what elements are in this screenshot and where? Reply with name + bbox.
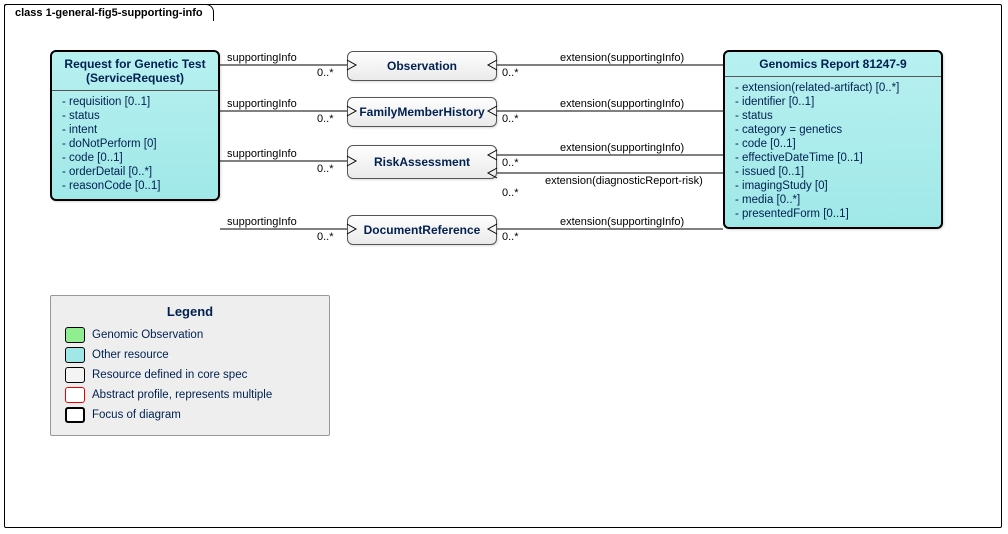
class-title: Genomics Report 81247-9 [725, 52, 941, 76]
edge-label: extension(diagnosticReport-risk) [545, 175, 703, 187]
attr-item: code [0..1] [60, 151, 210, 165]
edge-label: supportingInfo [227, 216, 297, 228]
legend-label: Focus of diagram [92, 409, 181, 421]
edge-mult: 0..* [317, 67, 334, 79]
attr-item: identifier [0..1] [733, 95, 933, 109]
edge-label: supportingInfo [227, 98, 297, 110]
edge-mult: 0..* [317, 231, 334, 243]
attr-item: media [0..*] [733, 193, 933, 207]
attr-item: category = genetics [733, 123, 933, 137]
frame-title: class 1-general-fig5-supporting-info [4, 4, 214, 21]
title-line1: Request for Genetic Test [64, 57, 205, 71]
class-title: Request for Genetic Test (ServiceRequest… [52, 52, 218, 90]
class-family-member-history: FamilyMemberHistory [347, 97, 497, 127]
edge-mult: 0..* [502, 231, 519, 243]
title-line2: (ServiceRequest) [86, 71, 184, 85]
legend-label: Resource defined in core spec [92, 369, 247, 381]
attr-item: intent [60, 123, 210, 137]
legend-swatch [65, 327, 85, 343]
attr-item: orderDetail [0..*] [60, 165, 210, 179]
legend-row: Genomic Observation [65, 325, 315, 345]
legend-swatch [65, 347, 85, 363]
attr-item: imagingStudy [0] [733, 179, 933, 193]
attr-item: issued [0..1] [733, 165, 933, 179]
attr-item: presentedForm [0..1] [733, 207, 933, 221]
class-genomics-report: Genomics Report 81247-9 extension(relate… [723, 50, 943, 229]
legend-label: Other resource [92, 349, 169, 361]
legend-swatch [65, 387, 85, 403]
legend: Legend Genomic Observation Other resource… [50, 295, 330, 436]
legend-label: Abstract profile, represents multiple [92, 389, 272, 401]
class-title: FamilyMemberHistory [348, 98, 496, 126]
diagram-frame: class 1-general-fig5-supporting-info Req… [4, 4, 1002, 528]
edge-label: extension(supportingInfo) [560, 142, 684, 154]
legend-row: Other resource [65, 345, 315, 365]
edge-mult: 0..* [502, 187, 519, 199]
attribute-list: extension(related-artifact) [0..*]identi… [725, 77, 941, 227]
legend-rows: Genomic Observation Other resource Resourc… [65, 325, 315, 425]
attr-item: effectiveDateTime [0..1] [733, 151, 933, 165]
edge-label: extension(supportingInfo) [560, 52, 684, 64]
class-title: DocumentReference [348, 216, 496, 244]
attr-item: reasonCode [0..1] [60, 179, 210, 193]
class-service-request: Request for Genetic Test (ServiceRequest… [50, 50, 220, 201]
edge-label: supportingInfo [227, 148, 297, 160]
legend-swatch [65, 367, 85, 383]
attr-item: extension(related-artifact) [0..*] [733, 81, 933, 95]
legend-row: Focus of diagram [65, 405, 315, 425]
edge-mult: 0..* [502, 67, 519, 79]
attr-item: status [733, 109, 933, 123]
edge-label: extension(supportingInfo) [560, 98, 684, 110]
legend-row: Abstract profile, represents multiple [65, 385, 315, 405]
legend-row: Resource defined in core spec [65, 365, 315, 385]
edge-mult: 0..* [317, 163, 334, 175]
edge-label: supportingInfo [227, 52, 297, 64]
attr-item: code [0..1] [733, 137, 933, 151]
legend-label: Genomic Observation [92, 329, 203, 341]
edge-mult: 0..* [502, 157, 519, 169]
class-risk-assessment: RiskAssessment [347, 145, 497, 179]
attr-item: doNotPerform [0] [60, 137, 210, 151]
attr-item: status [60, 109, 210, 123]
edge-mult: 0..* [317, 113, 334, 125]
class-document-reference: DocumentReference [347, 215, 497, 245]
attr-item: requisition [0..1] [60, 95, 210, 109]
class-title: RiskAssessment [348, 146, 496, 178]
attribute-list: requisition [0..1]statusintentdoNotPerfo… [52, 91, 218, 199]
legend-title: Legend [65, 304, 315, 319]
edge-mult: 0..* [502, 113, 519, 125]
edge-label: extension(supportingInfo) [560, 216, 684, 228]
class-title: Observation [348, 52, 496, 80]
class-observation: Observation [347, 51, 497, 81]
legend-swatch [65, 407, 85, 423]
